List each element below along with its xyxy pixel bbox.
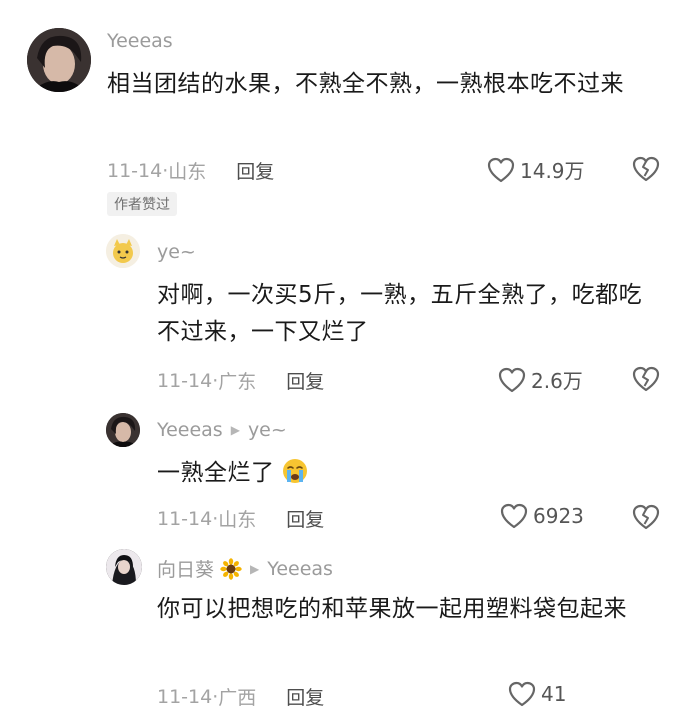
comment-text: 相当团结的水果，不熟全不熟，一熟根本吃不过来 [107,66,662,103]
comment-meta: 11-14 · 广东 回复 [157,367,324,394]
avatar[interactable] [106,549,142,585]
username-text[interactable]: Yeeeas [107,30,173,52]
author-liked-badge: 作者赞过 [107,192,177,216]
reply-to-username[interactable]: Yeeeas [267,558,333,580]
triangle-right-icon: ▶ [250,561,260,576]
comment-text-content: 相当团结的水果，不熟全不熟，一熟根本吃不过来 [107,71,624,97]
comment-text-content: 你可以把想吃的和苹果放一起用塑料袋包起来 [157,596,627,622]
avatar[interactable] [27,28,91,92]
avatar[interactable] [106,234,140,268]
reply-button[interactable]: 回复 [236,157,274,184]
comment-location: 山东 [168,161,207,183]
comment-location: 广西 [218,687,257,709]
comment-1: Yeeeas 相当团结的水果，不熟全不熟，一熟根本吃不过来 11-14 · 山东… [0,0,690,230]
comment-location: 山东 [218,509,257,531]
like-count: 6923 [533,504,584,528]
like-count: 2.6万 [531,369,583,393]
username-text[interactable]: 向日葵 [157,555,214,582]
broken-heart-icon [632,504,660,530]
heart-outline-icon [500,503,528,529]
username-text[interactable]: Yeeeas [157,419,223,441]
comment-text-content: 一熟全烂了 [157,460,275,486]
broken-heart-icon [632,366,660,392]
comment-3: Yeeeas ▶ ye~ 一熟全烂了 11-14 · 山东 回复 6923 [0,410,690,540]
reply-to-username[interactable]: ye~ [248,419,287,441]
comment-date: 11-14 [157,507,213,530]
sunflower-icon [220,557,242,580]
comment-4: 向日葵 ▶ Yeeeas 你可以把想吃的和苹果放一起用塑料袋包起来 11-14 … [0,545,690,711]
comment-2: ye~ 对啊，一次买5斤，一熟，五斤全熟了，吃都吃不过来，一下又烂了 11-14… [0,230,690,400]
comment-date: 11-14 [157,369,213,392]
reply-button[interactable]: 回复 [286,683,324,710]
crying-face-icon [282,458,308,484]
like-count: 41 [541,682,567,706]
comment-thread: Yeeeas 相当团结的水果，不熟全不熟，一熟根本吃不过来 11-14 · 山东… [0,0,690,711]
username[interactable]: ye~ [157,241,196,263]
dislike-button[interactable] [632,366,660,392]
like-button[interactable]: 41 [508,681,566,707]
heart-outline-icon [498,367,526,393]
reply-button[interactable]: 回复 [286,367,324,394]
triangle-right-icon: ▶ [230,423,240,437]
username[interactable]: Yeeeas ▶ ye~ [157,419,287,441]
like-button[interactable]: 2.6万 [498,365,583,394]
heart-outline-icon [487,157,515,183]
like-button[interactable]: 6923 [500,503,584,529]
reply-button[interactable]: 回复 [286,505,324,532]
avatar[interactable] [106,413,140,447]
comment-date: 11-14 [107,159,163,182]
comment-location: 广东 [218,371,257,393]
username[interactable]: Yeeeas [107,30,173,52]
comment-text: 你可以把想吃的和苹果放一起用塑料袋包起来 [157,591,662,628]
broken-heart-icon [632,156,660,182]
comment-text: 一熟全烂了 [157,455,662,492]
like-count: 14.9万 [520,159,585,183]
comment-meta: 11-14 · 山东 回复 [107,157,274,184]
dislike-button[interactable] [632,156,660,182]
comment-meta: 11-14 · 广西 回复 [157,683,324,710]
heart-outline-icon [508,681,536,707]
comment-text-content: 对啊，一次买5斤，一熟，五斤全熟了，吃都吃不过来，一下又烂了 [157,282,643,345]
comment-meta: 11-14 · 山东 回复 [157,505,324,532]
comment-text: 对啊，一次买5斤，一熟，五斤全熟了，吃都吃不过来，一下又烂了 [157,277,662,351]
like-button[interactable]: 14.9万 [487,155,585,184]
username[interactable]: 向日葵 ▶ Yeeeas [157,555,333,582]
dislike-button[interactable] [632,504,660,530]
username-text[interactable]: ye~ [157,241,196,263]
comment-date: 11-14 [157,685,213,708]
